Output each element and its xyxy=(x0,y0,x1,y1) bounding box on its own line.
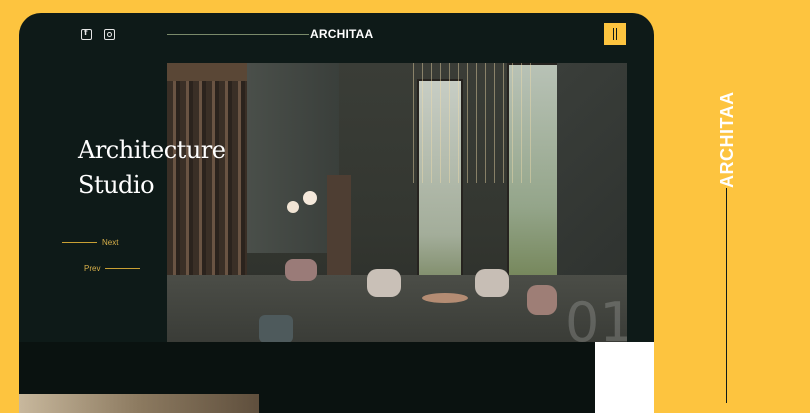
armchair xyxy=(285,259,317,281)
brand-logo[interactable]: ARCHITAA xyxy=(310,27,373,41)
hero-title-line1: Architecture xyxy=(78,136,226,164)
menu-icon-bar xyxy=(613,28,614,40)
nav-line xyxy=(105,268,141,269)
next-button[interactable]: Next xyxy=(62,238,118,247)
chandelier xyxy=(405,63,535,183)
hero-title-line2: Studio xyxy=(78,171,155,199)
brand-divider xyxy=(167,34,309,35)
menu-icon-bar xyxy=(616,28,617,40)
vertical-line xyxy=(726,188,727,403)
prev-button[interactable]: Prev xyxy=(84,264,141,273)
stool xyxy=(259,315,293,343)
main-frame: ARCHITAA 01 Architecture Studio Next Pre… xyxy=(19,13,654,413)
menu-button[interactable] xyxy=(604,23,626,45)
pendant-lamp xyxy=(287,201,299,213)
hero-image: 01 xyxy=(167,63,627,343)
armchair xyxy=(527,285,557,315)
nav-line xyxy=(62,242,97,243)
prev-label: Prev xyxy=(84,264,101,273)
vertical-brand: ARCHITAA xyxy=(717,91,737,188)
white-panel xyxy=(595,342,654,413)
thumbnail-image xyxy=(19,394,259,413)
facebook-icon[interactable] xyxy=(81,28,92,40)
next-label: Next xyxy=(102,238,119,247)
social-links xyxy=(81,28,115,40)
instagram-icon[interactable] xyxy=(104,29,115,40)
marble-wall xyxy=(247,63,339,253)
pendant-lamp xyxy=(303,191,317,205)
hero-title: Architecture Studio xyxy=(78,133,226,203)
armchair xyxy=(475,269,509,297)
armchair xyxy=(367,269,401,297)
slide-number: 01 xyxy=(565,291,627,343)
coffee-table xyxy=(422,293,468,303)
